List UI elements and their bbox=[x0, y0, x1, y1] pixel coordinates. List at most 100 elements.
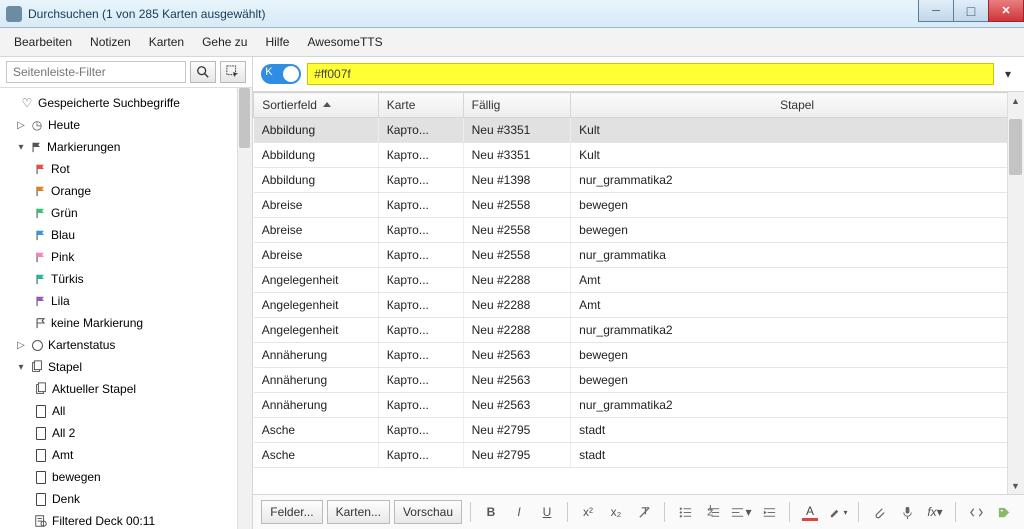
stack-icon bbox=[34, 382, 48, 396]
expander-icon[interactable]: ▾ bbox=[16, 362, 26, 373]
expander-icon[interactable]: ▷ bbox=[16, 120, 26, 131]
superscript-button[interactable]: x² bbox=[576, 500, 600, 524]
text-color-button[interactable]: A bbox=[798, 500, 822, 524]
italic-button[interactable]: I bbox=[507, 500, 531, 524]
table-row[interactable]: AnnäherungКарто...Neu #2563bewegen bbox=[254, 368, 1024, 393]
record-button[interactable] bbox=[895, 500, 919, 524]
deck-item[interactable]: Aktueller Stapel bbox=[6, 378, 252, 400]
flag-grün[interactable]: Grün bbox=[6, 202, 252, 224]
cell-karte: Карто... bbox=[378, 268, 463, 293]
function-button[interactable]: fx▾ bbox=[923, 500, 947, 524]
menu-gehe zu[interactable]: Gehe zu bbox=[194, 32, 255, 52]
select-mode-button[interactable] bbox=[220, 61, 246, 83]
table-row[interactable]: AnnäherungКарто...Neu #2563bewegen bbox=[254, 343, 1024, 368]
table-row[interactable]: AscheКарто...Neu #2795stadt bbox=[254, 443, 1024, 468]
bold-button[interactable]: B bbox=[479, 500, 503, 524]
card-icon bbox=[34, 426, 48, 440]
flag-icon bbox=[34, 229, 47, 241]
notes-cards-toggle[interactable]: K bbox=[261, 64, 301, 84]
tag-button[interactable] bbox=[992, 500, 1016, 524]
cell-sort: Abbildung bbox=[254, 168, 379, 193]
menu-karten[interactable]: Karten bbox=[141, 32, 192, 52]
cards-button[interactable]: Karten... bbox=[327, 500, 390, 524]
align-button[interactable]: ▾ bbox=[729, 500, 753, 524]
table-scrollbar[interactable]: ▲▼ bbox=[1007, 92, 1024, 494]
cell-sort: Asche bbox=[254, 443, 379, 468]
table-row[interactable]: AbreiseКарто...Neu #2558nur_grammatika bbox=[254, 243, 1024, 268]
column-stapel[interactable]: Stapel bbox=[571, 93, 1024, 118]
table-row[interactable]: AbreiseКарто...Neu #2558bewegen bbox=[254, 193, 1024, 218]
ol-button[interactable]: 12 bbox=[701, 500, 725, 524]
expander-icon[interactable]: ▾ bbox=[16, 142, 26, 153]
cell-karte: Карто... bbox=[378, 318, 463, 343]
table-row[interactable]: AngelegenheitКарто...Neu #2288Amt bbox=[254, 268, 1024, 293]
cell-sort: Abreise bbox=[254, 243, 379, 268]
flag-blau[interactable]: Blau bbox=[6, 224, 252, 246]
deck-item[interactable]: All bbox=[6, 400, 252, 422]
search-dropdown-icon[interactable]: ▾ bbox=[1000, 67, 1016, 81]
table-row[interactable]: AbbildungКарто...Neu #3351Kult bbox=[254, 143, 1024, 168]
fields-button[interactable]: Felder... bbox=[261, 500, 322, 524]
minimize-button[interactable]: ─ bbox=[918, 0, 954, 22]
cell-sort: Angelegenheit bbox=[254, 293, 379, 318]
flags-group[interactable]: ▾Markierungen bbox=[6, 136, 252, 158]
deck-item[interactable]: bewegen bbox=[6, 466, 252, 488]
table-row[interactable]: AbreiseКарто...Neu #2558bewegen bbox=[254, 218, 1024, 243]
menu-awesometts[interactable]: AwesomeTTS bbox=[299, 32, 390, 52]
menu-bearbeiten[interactable]: Bearbeiten bbox=[6, 32, 80, 52]
flag-türkis[interactable]: Türkis bbox=[6, 268, 252, 290]
cell-stapel: Amt bbox=[571, 293, 1024, 318]
sidebar-filter-input[interactable] bbox=[6, 61, 186, 83]
cell-karte: Карто... bbox=[378, 293, 463, 318]
flag-icon bbox=[30, 141, 43, 153]
flag-keine markierung[interactable]: keine Markierung bbox=[6, 312, 252, 334]
table-row[interactable]: AnnäherungКарто...Neu #2563nur_grammatik… bbox=[254, 393, 1024, 418]
menu-hilfe[interactable]: Hilfe bbox=[257, 32, 297, 52]
html-button[interactable] bbox=[964, 500, 988, 524]
column-fällig[interactable]: Fällig bbox=[463, 93, 571, 118]
underline-button[interactable]: U bbox=[535, 500, 559, 524]
sidebar-scrollbar[interactable] bbox=[237, 88, 252, 529]
deck-item[interactable]: Denk bbox=[6, 488, 252, 510]
cell-due: Neu #3351 bbox=[463, 118, 571, 143]
maximize-button[interactable]: □ bbox=[953, 0, 989, 22]
deck-item[interactable]: All 2 bbox=[6, 422, 252, 444]
flag-rot[interactable]: Rot bbox=[6, 158, 252, 180]
ul-button[interactable] bbox=[673, 500, 697, 524]
table-row[interactable]: AscheКарто...Neu #2795stadt bbox=[254, 418, 1024, 443]
clear-format-button[interactable] bbox=[632, 500, 656, 524]
cell-due: Neu #2563 bbox=[463, 368, 571, 393]
table-row[interactable]: AbbildungКарто...Neu #3351Kult bbox=[254, 118, 1024, 143]
flag-pink[interactable]: Pink bbox=[6, 246, 252, 268]
subscript-button[interactable]: x₂ bbox=[604, 500, 628, 524]
table-row[interactable]: AngelegenheitКарто...Neu #2288Amt bbox=[254, 293, 1024, 318]
indent-button[interactable] bbox=[757, 500, 781, 524]
expander-icon[interactable]: ▷ bbox=[16, 340, 26, 351]
cardstate-item[interactable]: ▷Kartenstatus bbox=[6, 334, 252, 356]
today-item[interactable]: ▷◷Heute bbox=[6, 114, 252, 136]
deck-item[interactable]: Filtered Deck 00:11 bbox=[6, 510, 252, 529]
cell-due: Neu #3351 bbox=[463, 143, 571, 168]
column-karte[interactable]: Karte bbox=[378, 93, 463, 118]
cell-stapel: nur_grammatika2 bbox=[571, 393, 1024, 418]
decks-group[interactable]: ▾Stapel bbox=[6, 356, 252, 378]
preview-button[interactable]: Vorschau bbox=[394, 500, 462, 524]
search-button[interactable] bbox=[190, 61, 216, 83]
card-table: SortierfeldKarteFälligStapel AbbildungКа… bbox=[253, 92, 1024, 468]
attach-button[interactable] bbox=[867, 500, 891, 524]
deck-item[interactable]: Amt bbox=[6, 444, 252, 466]
menu-notizen[interactable]: Notizen bbox=[82, 32, 139, 52]
close-button[interactable]: ✕ bbox=[988, 0, 1024, 22]
highlight-button[interactable]: ▾ bbox=[826, 500, 850, 524]
table-row[interactable]: AbbildungКарто...Neu #1398nur_grammatika… bbox=[254, 168, 1024, 193]
flag-lila[interactable]: Lila bbox=[6, 290, 252, 312]
cell-due: Neu #2795 bbox=[463, 418, 571, 443]
cell-due: Neu #2558 bbox=[463, 243, 571, 268]
cell-sort: Annäherung bbox=[254, 393, 379, 418]
flag-orange[interactable]: Orange bbox=[6, 180, 252, 202]
saved-searches[interactable]: ♡Gespeicherte Suchbegriffe bbox=[6, 92, 252, 114]
table-row[interactable]: AngelegenheitКарто...Neu #2288nur_gramma… bbox=[254, 318, 1024, 343]
flag-icon bbox=[34, 163, 47, 175]
column-sortierfeld[interactable]: Sortierfeld bbox=[254, 93, 379, 118]
search-input[interactable] bbox=[307, 63, 994, 85]
